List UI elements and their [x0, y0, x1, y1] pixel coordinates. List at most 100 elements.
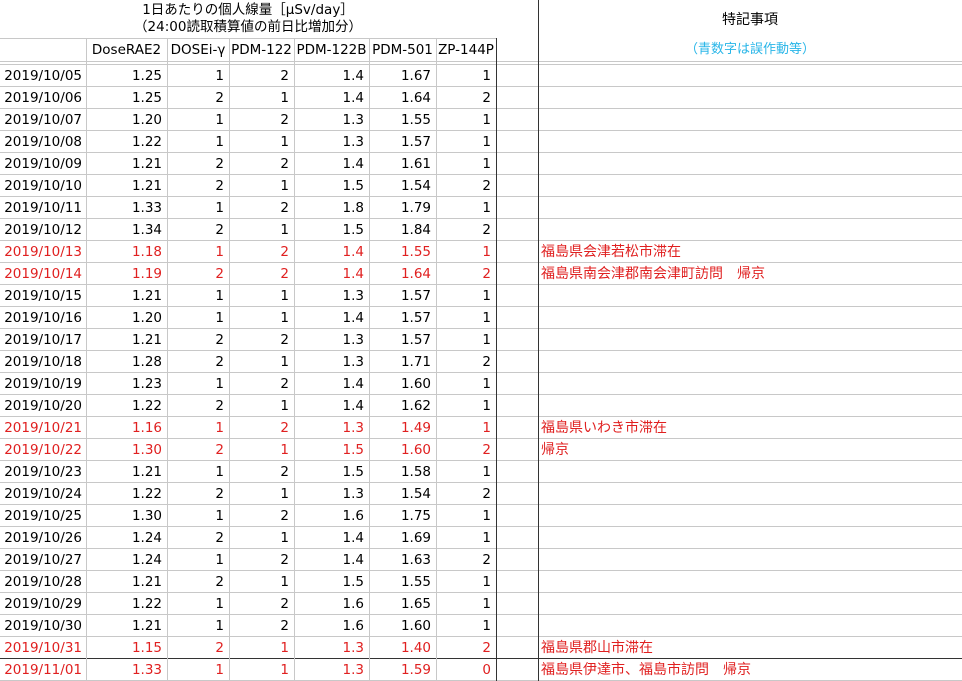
value-cell[interactable]: 1.24: [86, 549, 167, 571]
value-cell[interactable]: 1: [229, 307, 294, 329]
value-cell[interactable]: 2: [229, 593, 294, 615]
date-cell[interactable]: 2019/10/26: [0, 527, 86, 549]
value-cell[interactable]: 1.55: [369, 241, 436, 263]
value-cell[interactable]: 2: [229, 197, 294, 219]
note-cell[interactable]: [538, 351, 962, 373]
value-cell[interactable]: 1.54: [369, 483, 436, 505]
value-cell[interactable]: 2: [167, 395, 229, 417]
value-cell[interactable]: 1.3: [294, 483, 369, 505]
value-cell[interactable]: 1.22: [86, 483, 167, 505]
value-cell[interactable]: 2: [167, 329, 229, 351]
value-cell[interactable]: 1.22: [86, 131, 167, 153]
value-cell[interactable]: 1.5: [294, 571, 369, 593]
value-cell[interactable]: 1.64: [369, 263, 436, 285]
value-cell[interactable]: 1.8: [294, 197, 369, 219]
value-cell[interactable]: 1: [229, 131, 294, 153]
value-cell[interactable]: 1: [167, 615, 229, 637]
value-cell[interactable]: 1: [436, 373, 496, 395]
value-cell[interactable]: 1.22: [86, 395, 167, 417]
value-cell[interactable]: 1.79: [369, 197, 436, 219]
value-cell[interactable]: 2: [229, 263, 294, 285]
value-cell[interactable]: 1.54: [369, 175, 436, 197]
value-cell[interactable]: 1.62: [369, 395, 436, 417]
value-cell[interactable]: 1: [167, 593, 229, 615]
value-cell[interactable]: 2: [229, 461, 294, 483]
value-cell[interactable]: 1: [436, 571, 496, 593]
value-cell[interactable]: 1.55: [369, 109, 436, 131]
value-cell[interactable]: 1.4: [294, 263, 369, 285]
value-cell[interactable]: 1.3: [294, 637, 369, 659]
value-cell[interactable]: 1.21: [86, 153, 167, 175]
value-cell[interactable]: 1.84: [369, 219, 436, 241]
value-cell[interactable]: 2: [229, 65, 294, 87]
date-cell[interactable]: 2019/10/25: [0, 505, 86, 527]
value-cell[interactable]: 0: [436, 659, 496, 681]
note-cell[interactable]: [538, 483, 962, 505]
value-cell[interactable]: 1: [436, 593, 496, 615]
value-cell[interactable]: 2: [167, 483, 229, 505]
note-cell[interactable]: [538, 285, 962, 307]
value-cell[interactable]: 1.22: [86, 593, 167, 615]
date-cell[interactable]: 2019/10/20: [0, 395, 86, 417]
value-cell[interactable]: 2: [167, 153, 229, 175]
value-cell[interactable]: 1: [229, 175, 294, 197]
value-cell[interactable]: 1.16: [86, 417, 167, 439]
value-cell[interactable]: 1.3: [294, 329, 369, 351]
value-cell[interactable]: 1: [436, 417, 496, 439]
value-cell[interactable]: 1: [436, 285, 496, 307]
value-cell[interactable]: 1.21: [86, 329, 167, 351]
value-cell[interactable]: 2: [229, 329, 294, 351]
value-cell[interactable]: 1.21: [86, 461, 167, 483]
value-cell[interactable]: 1.30: [86, 505, 167, 527]
value-cell[interactable]: 1.24: [86, 527, 167, 549]
value-cell[interactable]: 1.21: [86, 285, 167, 307]
value-cell[interactable]: 1: [436, 153, 496, 175]
date-cell[interactable]: 2019/10/21: [0, 417, 86, 439]
value-cell[interactable]: 1: [436, 461, 496, 483]
value-cell[interactable]: 1.57: [369, 307, 436, 329]
value-cell[interactable]: 1: [229, 285, 294, 307]
value-cell[interactable]: 1.5: [294, 175, 369, 197]
value-cell[interactable]: 1: [436, 329, 496, 351]
value-cell[interactable]: 1.5: [294, 219, 369, 241]
value-cell[interactable]: 1: [436, 241, 496, 263]
value-cell[interactable]: 2: [436, 263, 496, 285]
value-cell[interactable]: 1.3: [294, 109, 369, 131]
note-cell[interactable]: [538, 197, 962, 219]
date-cell[interactable]: 2019/10/07: [0, 109, 86, 131]
value-cell[interactable]: 1.59: [369, 659, 436, 681]
value-cell[interactable]: 2: [229, 549, 294, 571]
value-cell[interactable]: 1: [167, 307, 229, 329]
date-cell[interactable]: 2019/11/01: [0, 659, 86, 681]
note-cell[interactable]: [538, 615, 962, 637]
note-cell[interactable]: 福島県いわき市滞在: [538, 417, 962, 439]
value-cell[interactable]: 1.33: [86, 659, 167, 681]
value-cell[interactable]: 1.60: [369, 439, 436, 461]
value-cell[interactable]: 1.30: [86, 439, 167, 461]
value-cell[interactable]: 1.5: [294, 439, 369, 461]
value-cell[interactable]: 1.21: [86, 175, 167, 197]
value-cell[interactable]: 1.3: [294, 417, 369, 439]
date-cell[interactable]: 2019/10/22: [0, 439, 86, 461]
value-cell[interactable]: 2: [167, 87, 229, 109]
value-cell[interactable]: 1.20: [86, 307, 167, 329]
date-cell[interactable]: 2019/10/05: [0, 65, 86, 87]
value-cell[interactable]: 2: [436, 175, 496, 197]
value-cell[interactable]: 2: [229, 153, 294, 175]
note-cell[interactable]: [538, 87, 962, 109]
note-cell[interactable]: [538, 65, 962, 87]
value-cell[interactable]: 1.3: [294, 351, 369, 373]
value-cell[interactable]: 1.6: [294, 615, 369, 637]
value-cell[interactable]: 1.57: [369, 329, 436, 351]
value-cell[interactable]: 1.4: [294, 241, 369, 263]
value-cell[interactable]: 1: [167, 131, 229, 153]
value-cell[interactable]: 1.58: [369, 461, 436, 483]
value-cell[interactable]: 2: [167, 571, 229, 593]
value-cell[interactable]: 1.19: [86, 263, 167, 285]
value-cell[interactable]: 1: [436, 65, 496, 87]
value-cell[interactable]: 1.20: [86, 109, 167, 131]
value-cell[interactable]: 1: [436, 395, 496, 417]
date-cell[interactable]: 2019/10/31: [0, 637, 86, 659]
value-cell[interactable]: 1: [229, 219, 294, 241]
value-cell[interactable]: 1.34: [86, 219, 167, 241]
